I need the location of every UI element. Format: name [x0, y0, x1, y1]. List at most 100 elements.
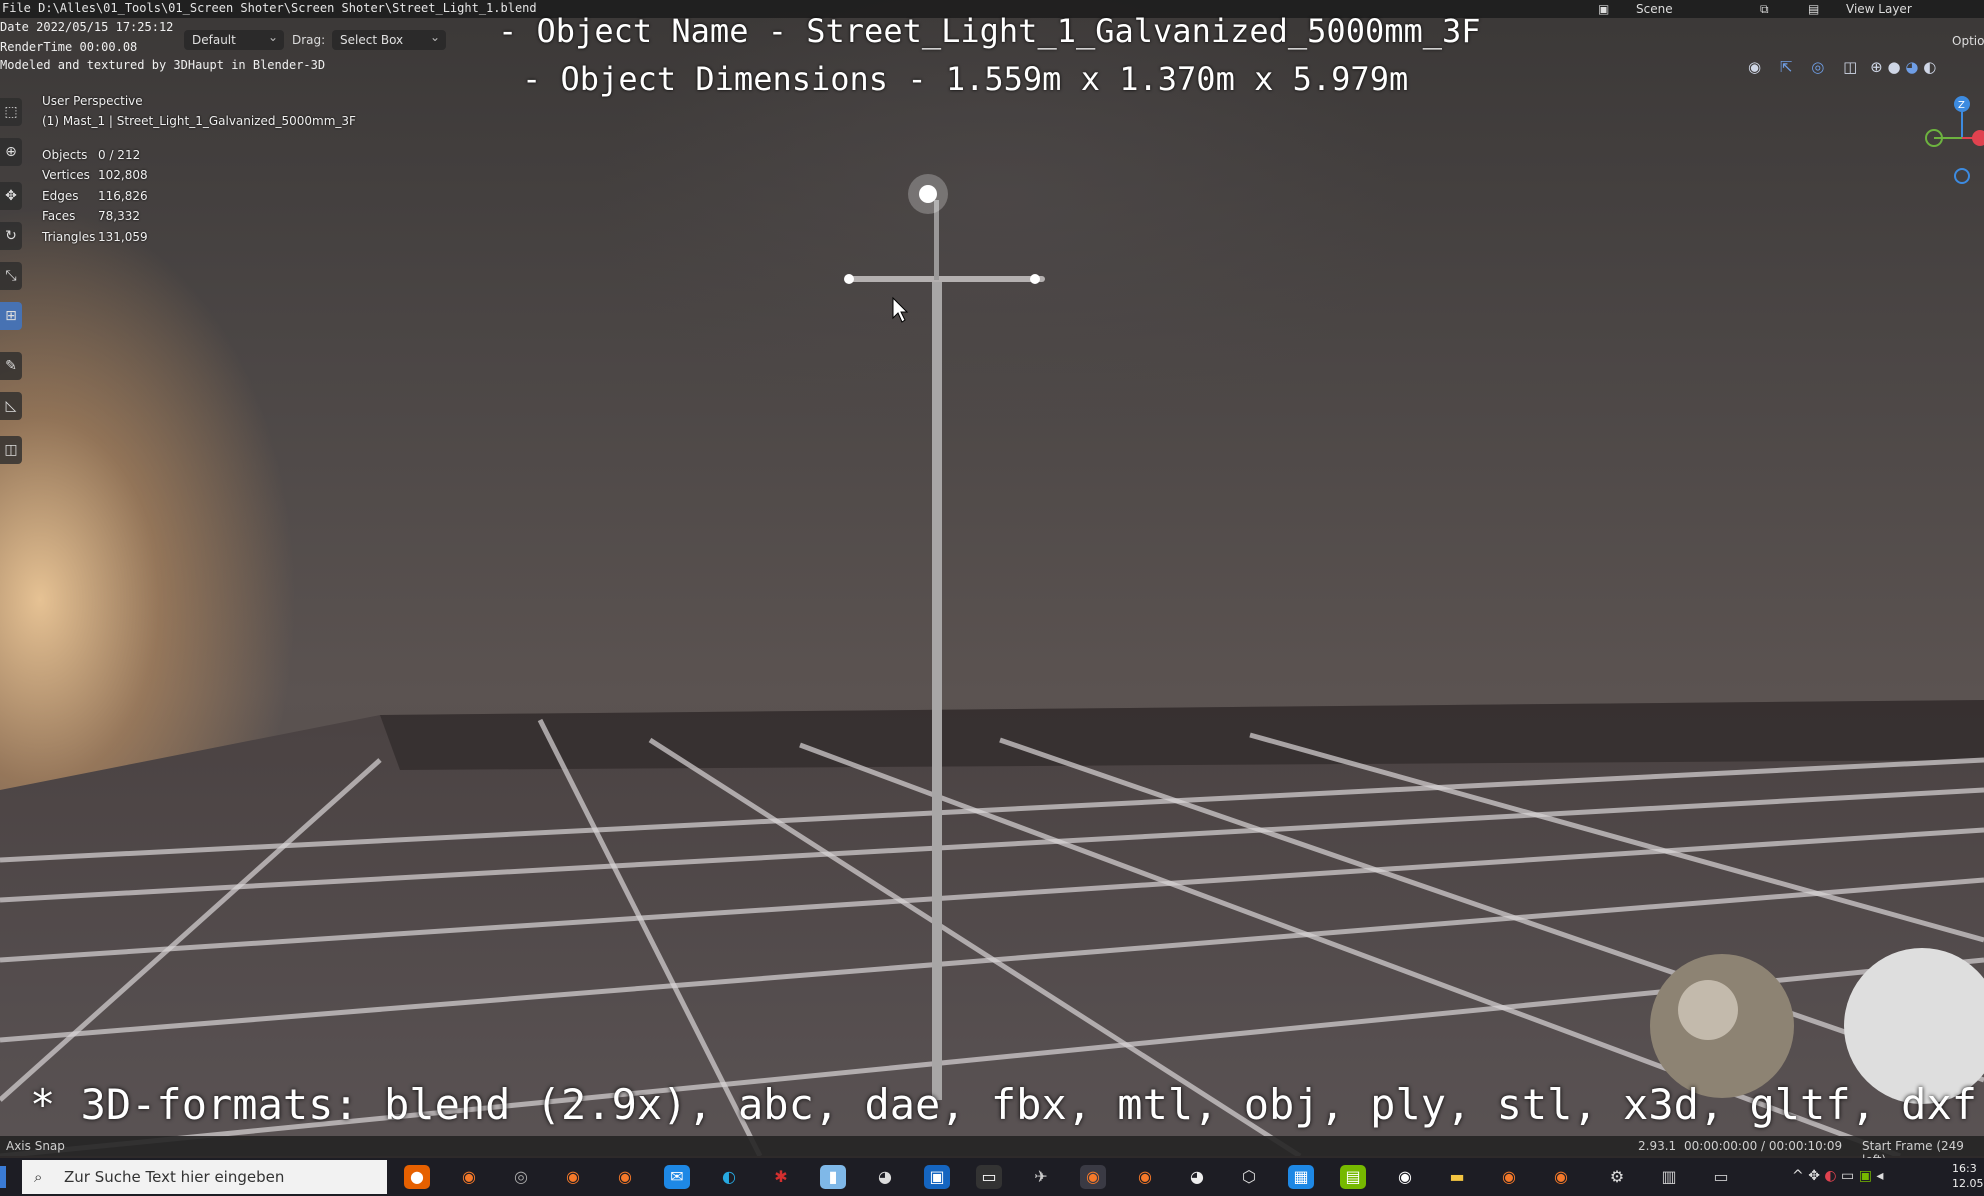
move-tool-icon[interactable]: ✥: [0, 182, 22, 210]
record-icon[interactable]: ◉: [1392, 1165, 1418, 1189]
viewport-overlay-icons[interactable]: ◉ ⇱ ◎ ◫ ⊕ ● ◕ ◐: [1748, 58, 1936, 76]
stat-label: Objects: [42, 148, 88, 162]
stat-label: Faces: [42, 209, 76, 223]
blender-icon[interactable]: ◉: [560, 1165, 586, 1189]
drag-label: Drag:: [292, 33, 326, 47]
copy-scene-icon[interactable]: ⧉: [1760, 0, 1769, 18]
calendar-icon[interactable]: ▦: [1288, 1165, 1314, 1189]
cursor-tool-icon[interactable]: ⊕: [0, 138, 22, 166]
lamp-right: [1030, 274, 1040, 284]
blender-icon[interactable]: ◉: [1496, 1165, 1522, 1189]
navigation-gizmo[interactable]: Z: [1910, 92, 1984, 192]
terminal-icon[interactable]: ▭: [976, 1165, 1002, 1189]
transform-tool-icon[interactable]: ⊞: [0, 302, 22, 330]
active-object-label: (1) Mast_1 | Street_Light_1_Galvanized_5…: [42, 114, 356, 128]
xray-icon[interactable]: ◫: [1843, 58, 1857, 76]
stat-value: 0 / 212: [98, 148, 141, 162]
light-mast: [932, 280, 942, 1100]
3d-viewport[interactable]: [0, 0, 1984, 1156]
mail-icon[interactable]: ✉: [664, 1165, 690, 1189]
app-icon[interactable]: ✱: [768, 1165, 794, 1189]
options-label[interactable]: Option: [1952, 32, 1984, 50]
light-crossarm: [845, 276, 1045, 282]
status-version: 2.93.1: [1638, 1139, 1677, 1153]
tray-volume-icon[interactable]: ◂: [1876, 1168, 1883, 1184]
clock-date: 12.05: [1952, 1177, 1984, 1190]
system-tray[interactable]: ^ ✥ ◐ ▭ ▣ ◂: [1792, 1168, 1883, 1184]
rotate-tool-icon[interactable]: ↻: [0, 222, 22, 250]
clock-time: 16:3: [1952, 1162, 1977, 1175]
mouse-cursor-icon: [892, 296, 909, 323]
blender-icon[interactable]: ◉: [1132, 1165, 1158, 1189]
tray-nvidia-icon[interactable]: ▣: [1859, 1168, 1872, 1184]
render-time: RenderTime 00:00.08: [0, 40, 138, 54]
gizmo-x-axis-icon[interactable]: [1972, 130, 1984, 146]
render-date: Date 2022/05/15 17:25:12: [0, 20, 174, 34]
firefox-icon[interactable]: ●: [404, 1165, 430, 1189]
stat-label: Vertices: [42, 168, 90, 182]
stat-value: 131,059: [98, 230, 148, 244]
stat-value: 102,808: [98, 168, 148, 182]
tray-app-icon[interactable]: ◐: [1824, 1168, 1836, 1184]
object-name-title: - Object Name - Street_Light_1_Galvanize…: [498, 12, 1481, 50]
object-dimensions-title: - Object Dimensions - 1.559m x 1.370m x …: [522, 60, 1409, 98]
folder-icon[interactable]: ▬: [1444, 1165, 1470, 1189]
annotate-tool-icon[interactable]: ✎: [0, 352, 22, 380]
credit-line: Modeled and textured by 3DHaupt in Blend…: [0, 58, 326, 72]
material-shading-icon[interactable]: ◕: [1905, 58, 1918, 76]
svg-text:Z: Z: [1958, 100, 1965, 111]
tray-network-icon[interactable]: ✥: [1808, 1168, 1820, 1184]
floor-back-edge: [380, 700, 1984, 770]
blender-icon[interactable]: ◉: [456, 1165, 482, 1189]
network-drive-icon[interactable]: ▥: [1656, 1165, 1682, 1189]
start-button-icon[interactable]: [0, 1166, 6, 1188]
paint-icon[interactable]: ◕: [872, 1165, 898, 1189]
stat-value: 116,826: [98, 189, 148, 203]
panda-icon[interactable]: ◕: [1184, 1165, 1210, 1189]
blender-icon[interactable]: ◉: [612, 1165, 638, 1189]
status-bar: Axis Snap 2.93.1 00:00:00:00 / 00:00:10:…: [0, 1136, 1984, 1167]
lamp-top-glow: [908, 174, 948, 214]
overlay-toggle-icon[interactable]: ◎: [1811, 58, 1824, 76]
ground-grid: [0, 174, 1984, 1156]
status-axis-snap: Axis Snap: [6, 1139, 65, 1153]
rendered-shading-icon[interactable]: ◐: [1923, 58, 1936, 76]
view-layer-label[interactable]: View Layer: [1846, 0, 1912, 18]
formats-caption: * 3D-formats: blend (2.9x), abc, dae, fb…: [30, 1080, 1978, 1129]
measure-tool-icon[interactable]: ◺: [0, 392, 22, 420]
gizmo-toggle-icon[interactable]: ⇱: [1780, 58, 1793, 76]
status-timecode: 00:00:00:00 / 00:00:10:09: [1684, 1139, 1843, 1153]
wireframe-shading-icon[interactable]: ⊕: [1870, 58, 1883, 76]
add-cube-tool-icon[interactable]: ◫: [0, 436, 22, 464]
taskbar-search-input[interactable]: ⌕ Zur Suche Text hier eingeben: [22, 1160, 387, 1194]
game-icon[interactable]: ✈: [1028, 1165, 1054, 1189]
edge-icon[interactable]: ◐: [716, 1165, 742, 1189]
blender-active-icon[interactable]: ◉: [1080, 1165, 1106, 1189]
stat-label: Triangles: [42, 230, 96, 244]
store-icon[interactable]: ▣: [924, 1165, 950, 1189]
visibility-icon[interactable]: ◉: [1748, 58, 1761, 76]
tray-chevron-icon[interactable]: ^: [1792, 1168, 1804, 1184]
stat-label: Edges: [42, 189, 79, 203]
tray-battery-icon[interactable]: ▭: [1841, 1168, 1854, 1184]
view-perspective-label: User Perspective: [42, 94, 143, 108]
gizmo-neg-z-icon[interactable]: [1954, 168, 1970, 184]
hdri-chrome-highlight: [1678, 980, 1738, 1040]
solid-shading-icon[interactable]: ●: [1887, 58, 1900, 76]
taskbar-clock[interactable]: 16:3 12.05: [1952, 1161, 1984, 1191]
view-layer-icon[interactable]: ▤: [1808, 0, 1819, 18]
lamp-left: [844, 274, 854, 284]
notes-icon[interactable]: ▮: [820, 1165, 846, 1189]
scale-tool-icon[interactable]: ⤡: [0, 262, 22, 290]
blender-icon[interactable]: ◉: [1548, 1165, 1574, 1189]
nvidia-icon[interactable]: ▤: [1340, 1165, 1366, 1189]
select-box-tool-icon[interactable]: ⬚: [0, 98, 22, 126]
window-icon[interactable]: ▭: [1708, 1165, 1734, 1189]
obs-icon[interactable]: ◎: [508, 1165, 534, 1189]
drag-select-dropdown[interactable]: Select Box: [332, 27, 446, 50]
scene-label[interactable]: Scene: [1636, 0, 1673, 18]
settings-icon[interactable]: ⚙: [1604, 1165, 1630, 1189]
scene-selector-icon[interactable]: ▣: [1598, 0, 1609, 18]
cube-icon[interactable]: ⬡: [1236, 1165, 1262, 1189]
orientation-dropdown[interactable]: Default: [184, 27, 284, 50]
